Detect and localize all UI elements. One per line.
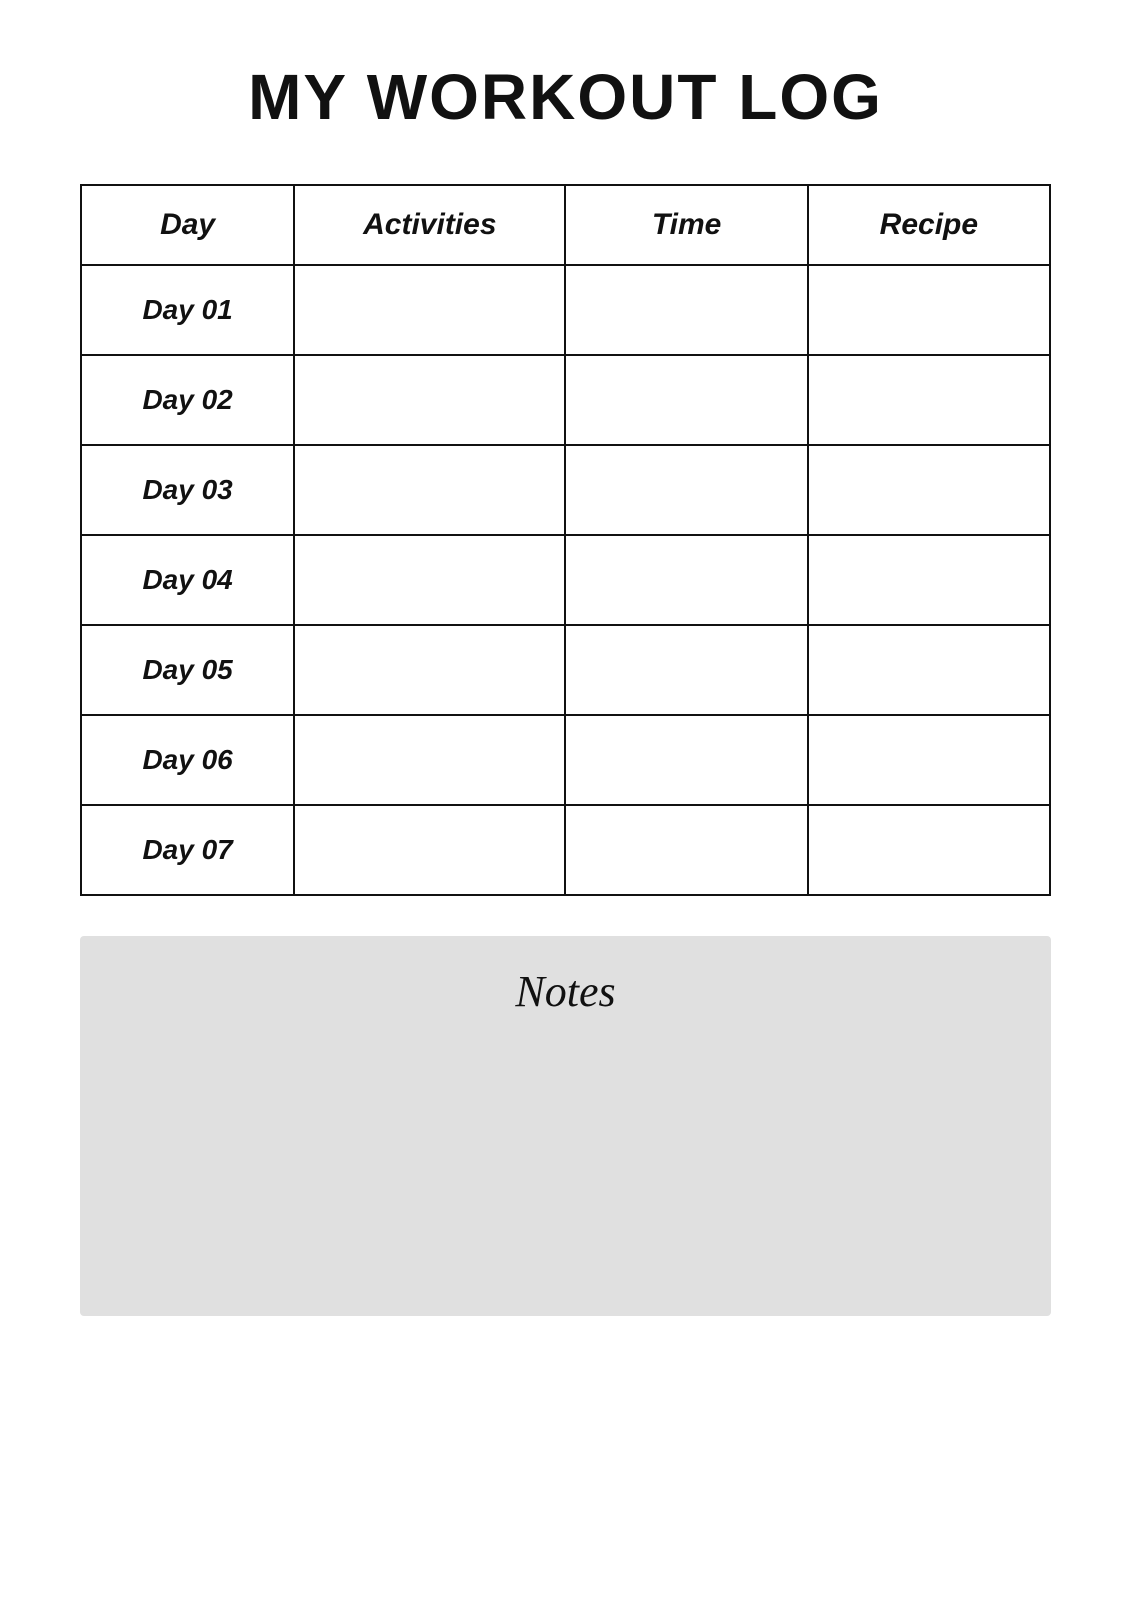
- col-header-recipe: Recipe: [808, 185, 1050, 265]
- cell-recipe-2[interactable]: [808, 355, 1050, 445]
- cell-recipe-1[interactable]: [808, 265, 1050, 355]
- table-row: Day 05: [81, 625, 1050, 715]
- cell-recipe-6[interactable]: [808, 715, 1050, 805]
- cell-time-7[interactable]: [565, 805, 807, 895]
- table-row: Day 01: [81, 265, 1050, 355]
- col-header-day: Day: [81, 185, 294, 265]
- table-header-row: Day Activities Time Recipe: [81, 185, 1050, 265]
- cell-activities-2[interactable]: [294, 355, 565, 445]
- workout-table: Day Activities Time Recipe Day 01Day 02D…: [80, 184, 1051, 896]
- cell-day-2[interactable]: Day 02: [81, 355, 294, 445]
- col-header-time: Time: [565, 185, 807, 265]
- cell-recipe-7[interactable]: [808, 805, 1050, 895]
- cell-time-5[interactable]: [565, 625, 807, 715]
- cell-recipe-4[interactable]: [808, 535, 1050, 625]
- cell-day-4[interactable]: Day 04: [81, 535, 294, 625]
- cell-day-6[interactable]: Day 06: [81, 715, 294, 805]
- cell-time-3[interactable]: [565, 445, 807, 535]
- table-row: Day 02: [81, 355, 1050, 445]
- cell-activities-1[interactable]: [294, 265, 565, 355]
- table-row: Day 04: [81, 535, 1050, 625]
- cell-day-3[interactable]: Day 03: [81, 445, 294, 535]
- cell-recipe-3[interactable]: [808, 445, 1050, 535]
- cell-day-7[interactable]: Day 07: [81, 805, 294, 895]
- page-title: MY WORKOUT LOG: [248, 60, 883, 134]
- table-row: Day 03: [81, 445, 1050, 535]
- table-row: Day 06: [81, 715, 1050, 805]
- cell-activities-6[interactable]: [294, 715, 565, 805]
- col-header-activities: Activities: [294, 185, 565, 265]
- cell-activities-4[interactable]: [294, 535, 565, 625]
- cell-time-6[interactable]: [565, 715, 807, 805]
- cell-time-2[interactable]: [565, 355, 807, 445]
- cell-time-4[interactable]: [565, 535, 807, 625]
- cell-activities-5[interactable]: [294, 625, 565, 715]
- cell-recipe-5[interactable]: [808, 625, 1050, 715]
- cell-activities-7[interactable]: [294, 805, 565, 895]
- notes-section: Notes: [80, 936, 1051, 1316]
- cell-day-5[interactable]: Day 05: [81, 625, 294, 715]
- cell-activities-3[interactable]: [294, 445, 565, 535]
- table-row: Day 07: [81, 805, 1050, 895]
- cell-time-1[interactable]: [565, 265, 807, 355]
- cell-day-1[interactable]: Day 01: [81, 265, 294, 355]
- notes-title: Notes: [100, 966, 1031, 1017]
